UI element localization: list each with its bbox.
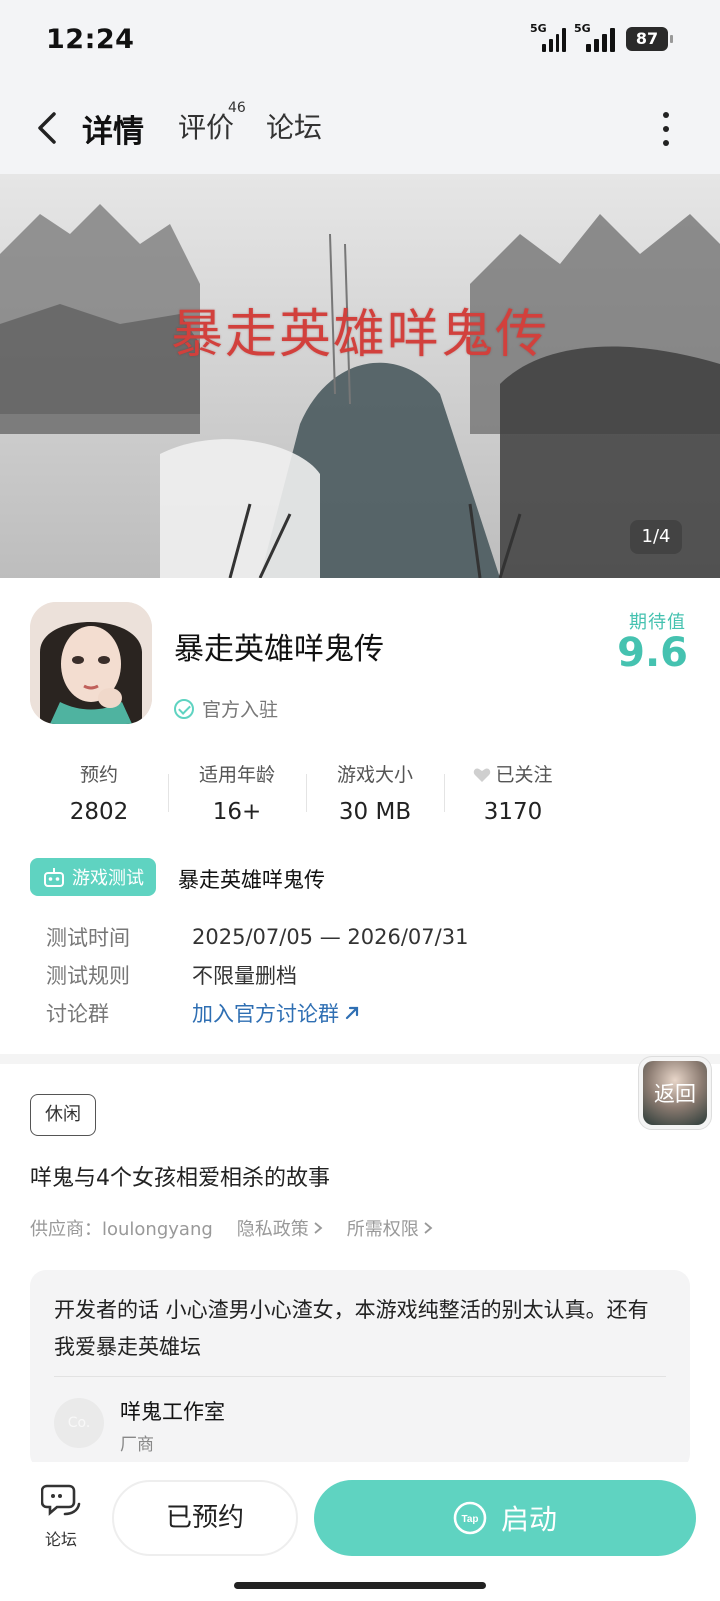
return-label: 返回 bbox=[643, 1061, 707, 1125]
row-value: 不限量删档 bbox=[192, 964, 297, 988]
launch-label: 启动 bbox=[500, 1503, 557, 1536]
battery-icon: 87 bbox=[626, 27, 673, 51]
arrow-up-right-icon bbox=[345, 1006, 359, 1020]
followed-label: 已关注 bbox=[495, 764, 553, 786]
more-options-button[interactable] bbox=[660, 112, 672, 146]
reserved-button[interactable]: 已预约 bbox=[112, 1480, 298, 1556]
tab-detail[interactable]: 详情 bbox=[78, 106, 148, 151]
test-rules-row: 测试规则 不限量删档 bbox=[46, 956, 468, 994]
test-game-name: 暴走英雄咩鬼传 bbox=[178, 868, 325, 892]
signal-icon: 5G bbox=[574, 22, 616, 52]
stat-label: 预约 bbox=[79, 764, 118, 786]
tab-review-label: 评价 bbox=[178, 111, 235, 144]
status-icons: 5G 5G 87 bbox=[530, 22, 673, 52]
back-button[interactable] bbox=[30, 106, 70, 150]
chat-bubble-icon bbox=[40, 1484, 81, 1516]
developer-words: 开发者的话 小心渣男小心渣女，本游戏纯整活的别太认真。还有我爱暴走英雄坛 bbox=[54, 1298, 649, 1359]
status-bar: 12:24 5G 5G 87 bbox=[0, 0, 720, 84]
privacy-policy-link[interactable]: 隐私政策 bbox=[237, 1215, 323, 1241]
tab-detail-label: 详情 bbox=[82, 114, 144, 150]
banner-title: 暴走英雄咩鬼传 bbox=[170, 305, 549, 365]
tab-forum[interactable]: 论坛 bbox=[266, 106, 322, 146]
game-description: 咩鬼与4个女孩相爱相杀的故事 bbox=[30, 1166, 330, 1191]
ink-landscape-image bbox=[0, 174, 720, 578]
game-test-label: 游戏测试 bbox=[72, 868, 144, 889]
character-portrait-image bbox=[30, 602, 152, 724]
row-value: 2025/07/05 — 2026/07/31 bbox=[192, 925, 469, 949]
stat-label: 游戏大小 bbox=[336, 764, 413, 786]
chevron-left-icon bbox=[38, 112, 56, 144]
row-key: 讨论群 bbox=[46, 1002, 109, 1026]
discussion-group-row: 讨论群 加入官方讨论群 bbox=[46, 994, 468, 1032]
verified-check-icon bbox=[174, 698, 194, 719]
meta-row: 供应商：loulongyang 隐私政策 所需权限 bbox=[30, 1215, 433, 1241]
row-key: 测试规则 bbox=[46, 964, 130, 988]
test-info-list: 测试时间 2025/07/05 — 2026/07/31 测试规则 不限量删档 … bbox=[46, 918, 468, 1032]
genre-tag[interactable]: 休闲 bbox=[30, 1094, 96, 1136]
stat-age-rating: 适用年龄 16+ bbox=[168, 760, 306, 825]
network-type-label: 5G bbox=[530, 22, 547, 35]
official-label: 官方入驻 bbox=[202, 699, 279, 721]
join-group-label: 加入官方讨论群 bbox=[192, 1002, 339, 1026]
official-badge: 官方入驻 bbox=[174, 695, 278, 722]
permissions-label: 所需权限 bbox=[346, 1219, 419, 1240]
network-type-label: 5G bbox=[574, 22, 591, 35]
developer-card: 开发者的话 小心渣男小心渣女，本游戏纯整活的别太认真。还有我爱暴走英雄坛 Co.… bbox=[30, 1270, 690, 1470]
forum-label: 论坛 bbox=[44, 1530, 77, 1549]
stat-value: 16+ bbox=[212, 799, 262, 825]
forum-button[interactable]: 论坛 bbox=[36, 1482, 86, 1550]
review-count-badge: 46 bbox=[228, 100, 246, 116]
robot-icon bbox=[44, 868, 64, 887]
floating-return-button[interactable]: 返回 bbox=[638, 1056, 712, 1130]
tab-review[interactable]: 评价 46 bbox=[178, 100, 246, 146]
bottom-action-bar: 论坛 已预约 Tap 启动 bbox=[0, 1462, 720, 1601]
section-divider bbox=[0, 1054, 720, 1064]
game-title: 暴走英雄咩鬼传 bbox=[174, 632, 384, 667]
taptap-logo-icon: Tap bbox=[453, 1501, 487, 1535]
heart-icon bbox=[473, 766, 491, 782]
screenshot-carousel[interactable]: 暴走英雄咩鬼传 1/4 bbox=[0, 174, 720, 578]
top-nav: 详情 评价 46 论坛 bbox=[0, 84, 720, 174]
stat-game-size: 游戏大小 30 MB bbox=[306, 760, 444, 825]
privacy-label: 隐私政策 bbox=[236, 1219, 309, 1240]
permissions-link[interactable]: 所需权限 bbox=[347, 1215, 433, 1241]
launch-button[interactable]: Tap 启动 bbox=[314, 1480, 696, 1556]
stat-reservations: 预约 2802 bbox=[30, 760, 168, 825]
stat-value: 2802 bbox=[69, 799, 129, 825]
status-time: 12:24 bbox=[46, 24, 135, 55]
stat-label: 已关注 bbox=[444, 760, 582, 787]
developer-avatar[interactable]: Co. bbox=[54, 1398, 104, 1448]
chevron-right-icon bbox=[314, 1222, 323, 1234]
stat-value: 3170 bbox=[483, 799, 543, 825]
svg-text:Tap: Tap bbox=[461, 1514, 478, 1525]
signal-icon: 5G bbox=[530, 22, 566, 52]
stat-value: 30 MB bbox=[338, 799, 412, 825]
developer-name[interactable]: 咩鬼工作室 bbox=[120, 1396, 225, 1426]
game-test-badge: 游戏测试 bbox=[30, 858, 156, 896]
carousel-counter: 1/4 bbox=[630, 520, 682, 554]
developer-role: 厂商 bbox=[120, 1435, 154, 1455]
card-divider bbox=[54, 1376, 666, 1377]
supplier-text: 供应商：loulongyang bbox=[30, 1219, 213, 1240]
expectation-score: 9.6 bbox=[617, 630, 688, 676]
home-indicator[interactable] bbox=[234, 1582, 486, 1589]
join-group-link[interactable]: 加入官方讨论群 bbox=[192, 998, 361, 1028]
tab-forum-label: 论坛 bbox=[266, 111, 323, 144]
chevron-right-icon bbox=[424, 1222, 433, 1234]
game-icon bbox=[30, 602, 152, 724]
stat-label: 适用年龄 bbox=[198, 764, 275, 786]
row-key: 测试时间 bbox=[46, 926, 130, 950]
test-time-row: 测试时间 2025/07/05 — 2026/07/31 bbox=[46, 918, 468, 956]
stats-row: 预约 2802 适用年龄 16+ 游戏大小 30 MB 已关注 3170 bbox=[30, 760, 582, 825]
stat-followers[interactable]: 已关注 3170 bbox=[444, 760, 582, 825]
